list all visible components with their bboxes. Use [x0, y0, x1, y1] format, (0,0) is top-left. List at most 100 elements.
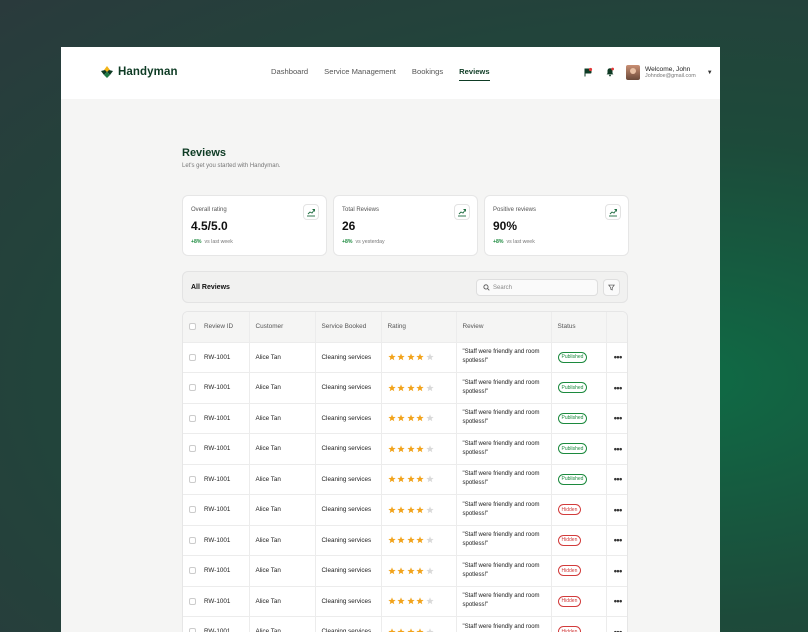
more-actions-icon[interactable]: ••• — [606, 494, 627, 526]
cell-service: Cleaning services — [315, 586, 382, 617]
table-row[interactable]: RW-1001 Alice Tan Cleaning services "Staff … — [183, 525, 627, 556]
row-checkbox[interactable] — [189, 597, 196, 605]
star-icon — [425, 353, 434, 361]
star-icon — [397, 475, 405, 483]
star-icon — [387, 506, 396, 514]
cell-customer: Alice Tan — [249, 464, 316, 495]
row-checkbox[interactable] — [189, 414, 196, 422]
chart-up-icon[interactable] — [605, 204, 621, 220]
cell-rating — [381, 525, 457, 556]
star-icon — [416, 536, 424, 544]
stat-delta: +8% — [493, 239, 504, 245]
table-row[interactable]: RW-1001 Alice Tan Cleaning services "Staff … — [183, 403, 627, 434]
more-actions-icon[interactable]: ••• — [606, 586, 627, 617]
cell-review-id: RW-1001 — [183, 372, 250, 404]
star-rating — [387, 353, 450, 361]
cell-status: Published — [551, 342, 607, 373]
row-checkbox[interactable] — [189, 567, 196, 575]
more-actions-icon[interactable]: ••• — [606, 433, 627, 465]
logo[interactable]: Handyman — [100, 65, 178, 79]
chart-up-icon[interactable] — [454, 204, 470, 220]
cell-status: Hidden — [551, 525, 607, 556]
column-review-id[interactable]: Review ID — [183, 312, 250, 343]
more-actions-icon[interactable]: ••• — [606, 525, 627, 556]
table-row[interactable]: RW-1001 Alice Tan Cleaning services "Staff … — [183, 494, 627, 526]
more-actions-icon[interactable]: ••• — [606, 342, 627, 373]
column-service[interactable]: Service Booked — [315, 312, 382, 343]
column-status[interactable]: Status — [551, 312, 607, 343]
row-checkbox[interactable] — [189, 445, 196, 453]
review-id: RW-1001 — [204, 414, 231, 422]
filter-button[interactable] — [603, 279, 620, 296]
bell-icon[interactable] — [605, 67, 615, 77]
row-checkbox[interactable] — [189, 506, 196, 514]
more-actions-icon[interactable]: ••• — [606, 555, 627, 587]
row-checkbox[interactable] — [189, 475, 196, 483]
more-actions-icon[interactable]: ••• — [606, 403, 627, 434]
star-icon — [387, 597, 396, 605]
table-row[interactable]: RW-1001 Alice Tan Cleaning services "Staff … — [183, 586, 627, 617]
nav-reviews[interactable]: Reviews — [459, 67, 490, 81]
stat-value: 26 — [342, 219, 356, 233]
more-actions-icon[interactable]: ••• — [606, 616, 627, 632]
flag-icon[interactable] — [583, 67, 593, 77]
column-customer[interactable]: Customer — [249, 312, 316, 343]
star-rating — [387, 414, 450, 422]
header-icons — [583, 67, 615, 77]
status-badge: Published — [557, 412, 588, 424]
reviews-table: Review ID Customer Service Booked Rating… — [182, 311, 628, 632]
chart-up-icon[interactable] — [303, 204, 319, 220]
page-title: Reviews — [182, 147, 227, 159]
stat-value: 90% — [493, 219, 518, 233]
row-checkbox[interactable] — [189, 384, 196, 392]
cell-customer: Alice Tan — [249, 494, 316, 526]
cell-status: Published — [551, 372, 607, 404]
star-icon — [397, 414, 405, 422]
status-badge: Hidden — [557, 595, 582, 607]
row-checkbox[interactable] — [189, 353, 196, 361]
star-icon — [387, 414, 396, 422]
more-actions-icon[interactable]: ••• — [606, 464, 627, 495]
star-icon — [397, 597, 405, 605]
table-row[interactable]: RW-1001 Alice Tan Cleaning services "Staff … — [183, 433, 627, 465]
review-id: RW-1001 — [204, 536, 231, 544]
cell-review-id: RW-1001 — [183, 403, 250, 434]
profile-menu[interactable]: Welcome, John Johndoe@gmail.com ▼ — [626, 65, 713, 80]
more-actions-icon[interactable]: ••• — [606, 372, 627, 404]
cell-status: Hidden — [551, 586, 607, 617]
star-icon — [406, 506, 415, 514]
row-checkbox[interactable] — [189, 628, 196, 632]
cell-service: Cleaning services — [315, 464, 382, 495]
cell-rating — [381, 616, 457, 632]
select-all-checkbox[interactable] — [189, 323, 196, 331]
stat-compare: vs last week — [506, 239, 535, 245]
review-id: RW-1001 — [204, 384, 231, 392]
nav-service-management[interactable]: Service Management — [324, 67, 396, 76]
stat-trend: +8% vs last week — [493, 239, 620, 245]
nav-bookings[interactable]: Bookings — [412, 67, 443, 76]
star-icon — [387, 475, 396, 483]
star-icon — [397, 353, 405, 361]
column-rating[interactable]: Rating — [381, 312, 457, 343]
reviews-panel-title: All Reviews — [191, 284, 230, 291]
column-review[interactable]: Review — [456, 312, 552, 343]
star-icon — [406, 475, 415, 483]
row-checkbox[interactable] — [189, 536, 196, 544]
review-id: RW-1001 — [204, 597, 231, 605]
main-nav: Dashboard Service Management Bookings Re… — [271, 67, 490, 81]
table-row[interactable]: RW-1001 Alice Tan Cleaning services "Staff … — [183, 342, 627, 373]
search-input[interactable]: Search — [476, 279, 598, 296]
table-row[interactable]: RW-1001 Alice Tan Cleaning services "Staff … — [183, 555, 627, 587]
stat-card: Total Reviews 26 +8% vs yesterday — [333, 195, 478, 256]
table-row[interactable]: RW-1001 Alice Tan Cleaning services "Staff … — [183, 464, 627, 495]
star-icon — [425, 567, 434, 575]
table-row[interactable]: RW-1001 Alice Tan Cleaning services "Staff … — [183, 372, 627, 404]
star-icon — [387, 384, 396, 392]
review-id: RW-1001 — [204, 506, 231, 514]
table-row[interactable]: RW-1001 Alice Tan Cleaning services "Staff … — [183, 616, 627, 632]
star-icon — [425, 506, 434, 514]
cell-customer: Alice Tan — [249, 433, 316, 465]
cell-rating — [381, 342, 457, 373]
nav-dashboard[interactable]: Dashboard — [271, 67, 308, 76]
chevron-down-icon[interactable]: ▼ — [707, 70, 713, 76]
